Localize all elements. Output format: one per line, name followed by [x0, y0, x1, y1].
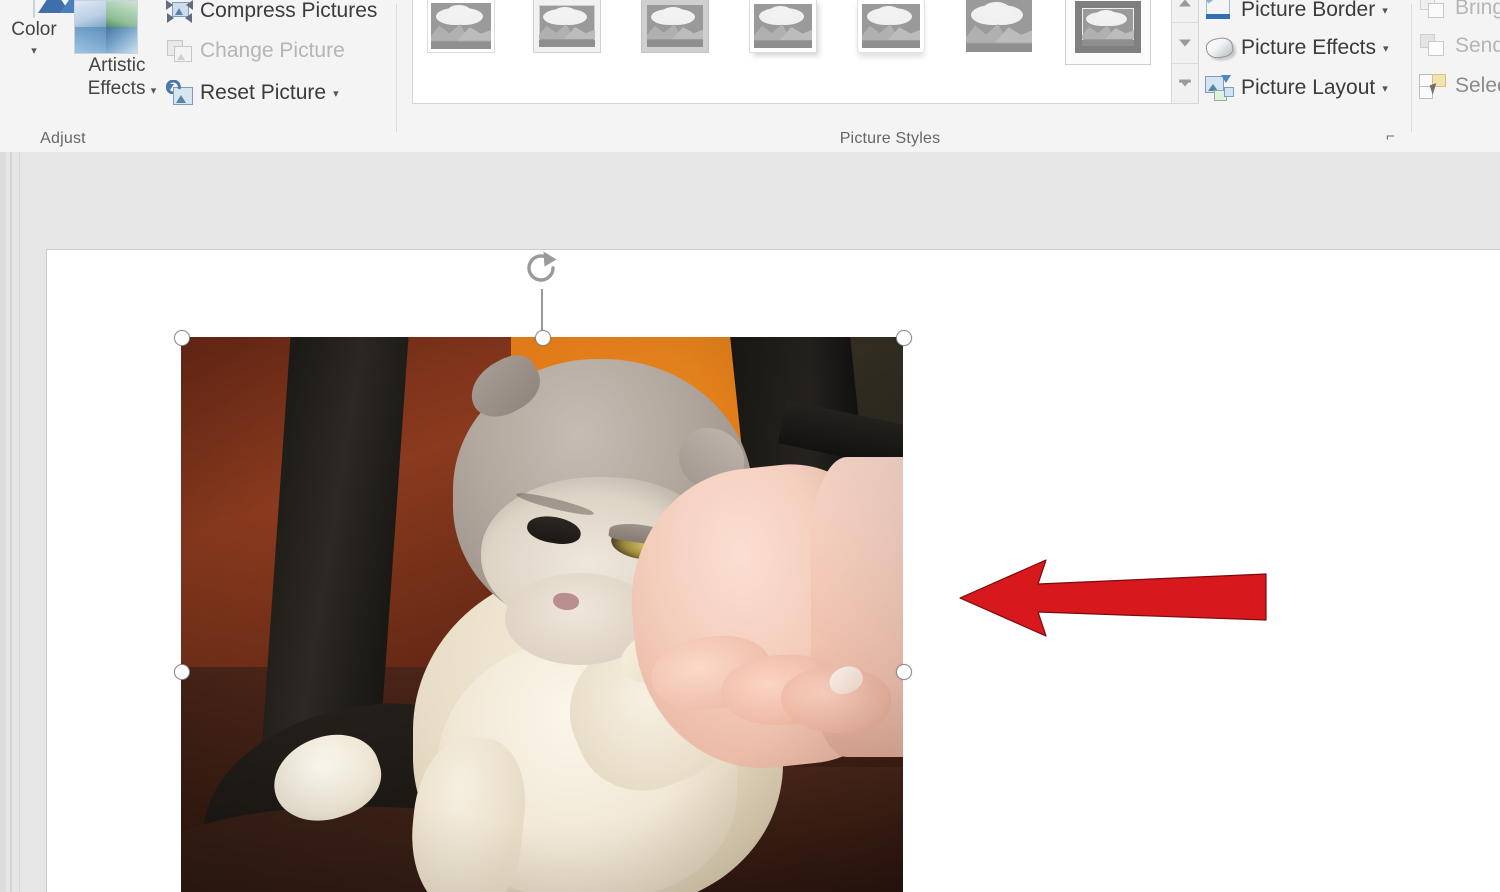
- artistic-effects-label-line1: Artistic: [88, 55, 146, 76]
- picture-style-reflected-rounded-rectangle[interactable]: [849, 0, 933, 63]
- selection-pane-icon: [1418, 72, 1448, 100]
- selection-pane-label: Selec: [1455, 74, 1500, 97]
- picture-effects-label: Picture Effects: [1241, 36, 1377, 59]
- picture-border-icon: [1204, 0, 1234, 24]
- picture-style-simple-frame-white[interactable]: [419, 0, 503, 63]
- group-separator-1: [396, 4, 397, 132]
- powerpoint-picture-format-screen: Color ▾ Artistic Effects ▾ Compress Pict…: [0, 0, 1500, 892]
- workspace-left-edge: [0, 152, 6, 892]
- resize-handle-top-right[interactable]: [896, 330, 912, 346]
- picture-selection[interactable]: [174, 251, 912, 892]
- workspace-left-divider-2: [19, 152, 20, 892]
- picture-effects-dropdown-caret[interactable]: ▾: [1383, 42, 1389, 55]
- picture-effects-button[interactable]: Picture Effects ▾: [1204, 34, 1389, 62]
- compress-pictures-icon: [166, 0, 193, 24]
- chevron-up-icon: [1179, 0, 1191, 7]
- rotate-handle-stem: [541, 289, 543, 333]
- send-backward-button: Send: [1418, 32, 1500, 60]
- bring-forward-button: Bring: [1418, 0, 1500, 22]
- color-dropdown-caret[interactable]: ▾: [31, 45, 37, 57]
- chevron-down-icon: [1179, 39, 1191, 47]
- rotate-handle[interactable]: [522, 247, 564, 289]
- picture-styles-dialog-launcher[interactable]: ⌐: [1386, 128, 1404, 146]
- reset-picture-label: Reset Picture: [200, 81, 327, 104]
- picture-layout-dropdown-caret[interactable]: ▾: [1382, 82, 1388, 95]
- picture-border-button[interactable]: Picture Border ▾: [1204, 0, 1388, 24]
- group-separator-2: [1411, 4, 1412, 132]
- picture-color-icon: [2, 0, 86, 18]
- more-styles-icon: [1179, 79, 1191, 87]
- reset-picture-dropdown-caret[interactable]: ▾: [333, 87, 339, 100]
- picture-style-drop-shadow-rectangle[interactable]: [741, 0, 825, 63]
- picture-styles-group-label: Picture Styles: [839, 130, 941, 147]
- adjust-group-label: Adjust: [40, 130, 86, 147]
- artistic-effects-dropdown-caret[interactable]: ▾: [151, 85, 157, 97]
- picture-style-thick-grey-frame[interactable]: [1065, 0, 1151, 65]
- picture-border-label: Picture Border: [1241, 0, 1376, 21]
- red-pointer-arrow: [958, 552, 1268, 644]
- artistic-effects-icon: [74, 0, 160, 54]
- gallery-scroll-buttons[interactable]: [1171, 0, 1199, 104]
- artistic-effects-label-line2: Effects: [87, 78, 146, 99]
- workspace-left-divider: [10, 152, 12, 892]
- red-arrow-icon: [959, 559, 1267, 637]
- rotate-icon: [527, 251, 557, 282]
- color-label: Color: [11, 19, 57, 40]
- resize-handle-middle-right[interactable]: [896, 664, 912, 680]
- cat-photo[interactable]: [181, 337, 903, 892]
- compress-pictures-button[interactable]: Compress Pictures: [166, 0, 377, 24]
- gallery-more-button[interactable]: [1172, 64, 1198, 103]
- ribbon: Color ▾ Artistic Effects ▾ Compress Pict…: [0, 0, 1500, 153]
- send-backward-icon: [1418, 32, 1448, 60]
- gallery-scroll-up-button[interactable]: [1172, 0, 1198, 24]
- resize-handle-top-center[interactable]: [535, 330, 551, 346]
- selection-pane-button[interactable]: Selec: [1418, 72, 1500, 100]
- picture-layout-label: Picture Layout: [1241, 76, 1376, 99]
- cat-photo-content: [181, 337, 903, 892]
- color-button[interactable]: Color ▾: [2, 0, 86, 59]
- bring-forward-icon: [1418, 0, 1448, 22]
- compress-pictures-label: Compress Pictures: [200, 0, 378, 22]
- resize-handle-top-left[interactable]: [174, 330, 190, 346]
- artistic-effects-button[interactable]: Artistic Effects ▾: [74, 0, 160, 103]
- bring-forward-label: Bring: [1455, 0, 1500, 19]
- picture-style-metal-frame[interactable]: [633, 0, 717, 63]
- gallery-scroll-down-button[interactable]: [1172, 23, 1198, 64]
- reset-arrow-glyph: [165, 79, 181, 95]
- change-picture-button: Change Picture: [166, 38, 345, 64]
- change-picture-label: Change Picture: [200, 39, 345, 62]
- picture-styles-gallery[interactable]: [412, 0, 1174, 104]
- picture-style-soft-edge-rectangle[interactable]: [957, 0, 1041, 63]
- change-picture-icon: [166, 38, 193, 64]
- picture-layout-icon: [1204, 74, 1234, 102]
- resize-handle-middle-left[interactable]: [174, 664, 190, 680]
- picture-border-dropdown-caret[interactable]: ▾: [1382, 4, 1388, 17]
- picture-effects-icon: [1204, 34, 1235, 62]
- reset-picture-button[interactable]: Reset Picture ▾: [165, 79, 339, 106]
- picture-style-beveled-matte-white[interactable]: [525, 0, 609, 63]
- picture-layout-button[interactable]: Picture Layout ▾: [1204, 74, 1388, 102]
- send-backward-label: Send: [1455, 34, 1500, 57]
- reset-picture-icon: [165, 79, 193, 106]
